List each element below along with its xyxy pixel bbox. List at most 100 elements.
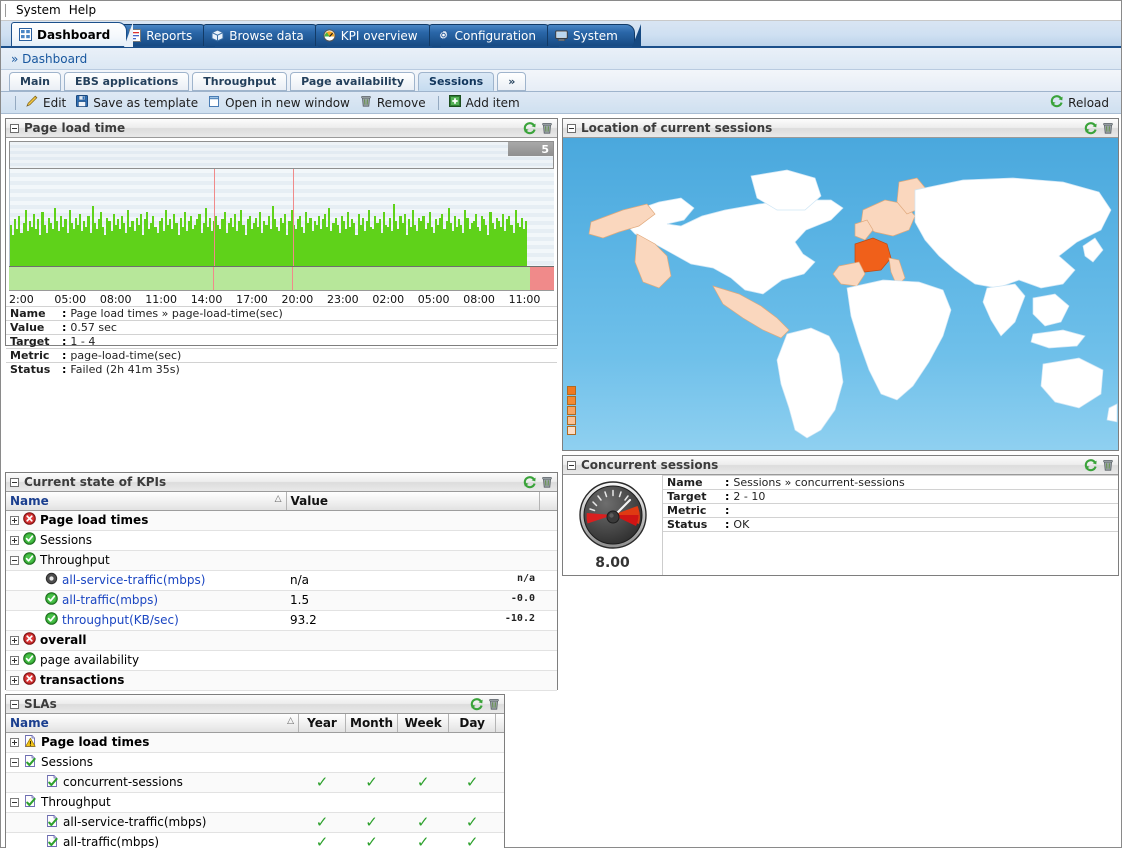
expand-icon[interactable]: [10, 515, 19, 525]
tab-configuration[interactable]: Configuration: [428, 24, 560, 47]
column-header-month[interactable]: Month: [345, 714, 399, 733]
table-row[interactable]: concurrent-sessions ✓ ✓ ✓ ✓: [6, 772, 504, 793]
detail-value: OK: [733, 518, 750, 531]
subtab-more[interactable]: »: [497, 72, 527, 91]
refresh-icon[interactable]: [470, 697, 484, 711]
table-row[interactable]: transactions: [6, 670, 557, 691]
expand-icon[interactable]: [10, 655, 19, 665]
subtab-sessions[interactable]: Sessions: [418, 72, 495, 91]
collapse-icon[interactable]: [10, 123, 19, 133]
refresh-icon[interactable]: [523, 121, 537, 135]
table-row[interactable]: page availability: [6, 650, 557, 671]
reload-button[interactable]: Reload: [1047, 93, 1115, 112]
table-row[interactable]: Page load times: [6, 510, 557, 531]
floppy-disk-icon: [75, 94, 89, 111]
column-header-day[interactable]: Day: [448, 714, 496, 733]
kpi-link[interactable]: throughput(KB/sec): [62, 613, 179, 627]
breadcrumb-dashboard[interactable]: » Dashboard: [11, 52, 87, 66]
collapse-icon[interactable]: [10, 477, 19, 487]
panel-header-tools: [470, 697, 501, 711]
table-row[interactable]: all-traffic(mbps) ✓ ✓ ✓ ✓: [6, 832, 504, 848]
gauge-icon: [323, 29, 336, 42]
collapse-icon[interactable]: [10, 797, 19, 807]
trash-icon[interactable]: [487, 697, 501, 711]
sla-name: Sessions: [41, 755, 94, 769]
tab-system[interactable]: System: [547, 24, 641, 47]
collapse-icon[interactable]: [10, 699, 19, 709]
tab-dashboard[interactable]: Dashboard: [11, 22, 134, 47]
edit-button[interactable]: Edit: [22, 93, 72, 112]
tab-browse-data[interactable]: Browse data: [203, 24, 327, 47]
chart-plot[interactable]: [9, 169, 554, 266]
collapse-icon[interactable]: [567, 123, 576, 133]
kpi-spacer-cell: [539, 550, 557, 571]
kpi-spacer-cell: [539, 510, 557, 531]
detail-value: Sessions » concurrent-sessions: [733, 476, 905, 489]
table-row[interactable]: all-service-traffic(mbps) n/a n/a: [6, 570, 557, 591]
subtab-page-availability[interactable]: Page availability: [290, 72, 416, 91]
table-row[interactable]: throughput(KB/sec) 93.2 -10.2: [6, 610, 557, 631]
kpi-link[interactable]: all-service-traffic(mbps): [62, 573, 205, 587]
expand-icon[interactable]: [10, 635, 19, 645]
collapse-icon[interactable]: [10, 555, 19, 565]
refresh-icon[interactable]: [1084, 458, 1098, 472]
table-row[interactable]: Page load times: [6, 732, 504, 753]
page-load-detail-table: Name: Page load times » page-load-time(se…: [6, 306, 557, 376]
refresh-icon[interactable]: [523, 475, 537, 489]
open-in-new-window-button[interactable]: Open in new window: [204, 93, 356, 112]
kpi-name: page availability: [40, 653, 140, 667]
concurrent-sessions-detail-table: Name: Sessions » concurrent-sessions Targe…: [663, 475, 1118, 566]
world-map-svg[interactable]: [563, 138, 1118, 450]
column-header-name[interactable]: Name △: [6, 492, 287, 511]
kpi-link[interactable]: all-traffic(mbps): [62, 593, 158, 607]
subtab-ebs-applications[interactable]: EBS applications: [63, 72, 190, 91]
tab-kpi-overview[interactable]: KPI overview: [314, 24, 441, 47]
column-header-value[interactable]: Value: [286, 492, 540, 511]
add-item-button[interactable]: Add item: [445, 93, 526, 112]
column-header-name[interactable]: Name △: [6, 714, 299, 733]
menu-help[interactable]: Help: [66, 2, 101, 19]
detail-key: Target: [667, 490, 707, 503]
slider-thumb-value[interactable]: 5: [508, 142, 553, 156]
column-header-week[interactable]: Week: [397, 714, 450, 733]
sla-name-cell: all-traffic(mbps): [6, 832, 299, 848]
trash-icon[interactable]: [540, 475, 554, 489]
refresh-icon[interactable]: [1084, 121, 1098, 135]
detail-value: [729, 504, 1118, 518]
world-map[interactable]: [563, 138, 1118, 450]
save-as-template-button[interactable]: Save as template: [72, 93, 204, 112]
legend-swatch: [567, 406, 576, 415]
check-doc-icon: [45, 774, 59, 791]
subtab-throughput[interactable]: Throughput: [192, 72, 288, 91]
expand-icon[interactable]: [10, 675, 19, 685]
chart-range-slider[interactable]: 5: [9, 141, 554, 169]
detail-row-filler: [663, 531, 1118, 566]
collapse-icon[interactable]: [10, 757, 19, 767]
table-row[interactable]: Sessions: [6, 752, 504, 773]
trash-icon[interactable]: [1101, 121, 1115, 135]
table-row[interactable]: all-service-traffic(mbps) ✓ ✓ ✓ ✓: [6, 812, 504, 833]
table-row[interactable]: Throughput: [6, 792, 504, 813]
table-row[interactable]: Sessions: [6, 530, 557, 551]
sla-status-cell: ✓: [345, 772, 398, 793]
menu-system[interactable]: System: [13, 2, 66, 19]
expand-icon[interactable]: [10, 535, 19, 545]
sla-name: all-service-traffic(mbps): [63, 815, 207, 829]
tab-reports[interactable]: Reports: [121, 24, 216, 47]
column-header-year[interactable]: Year: [298, 714, 347, 733]
panel-header-tools: [1084, 121, 1115, 135]
sla-spacer-cell: [495, 792, 504, 813]
table-row[interactable]: all-traffic(mbps) 1.5 -0.0: [6, 590, 557, 611]
sla-name: Throughput: [41, 795, 111, 809]
subtab-main[interactable]: Main: [9, 72, 61, 91]
table-row[interactable]: overall: [6, 630, 557, 651]
trash-icon[interactable]: [1101, 458, 1115, 472]
expand-icon[interactable]: [10, 737, 19, 747]
trash-icon[interactable]: [540, 121, 554, 135]
collapse-icon[interactable]: [567, 460, 576, 470]
table-row[interactable]: Throughput: [6, 550, 557, 571]
legend-swatch: [567, 386, 576, 395]
map-color-legend: [567, 386, 576, 436]
pencil-icon: [25, 94, 39, 111]
remove-button[interactable]: Remove: [356, 93, 432, 112]
